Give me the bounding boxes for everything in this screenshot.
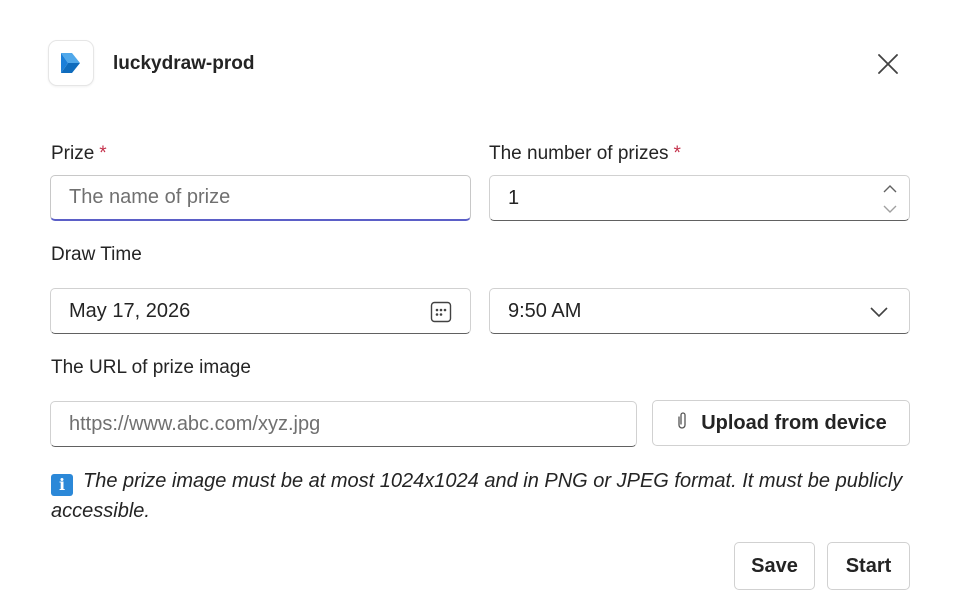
count-stepper[interactable] [879, 180, 901, 218]
calendar-icon[interactable] [430, 301, 452, 323]
count-label: The number of prizes * [489, 142, 681, 166]
image-url-field[interactable] [50, 401, 637, 447]
paperclip-icon [675, 411, 689, 436]
upload-from-device-button[interactable]: Upload from device [652, 400, 910, 446]
date-value[interactable]: May 17, 2026 [51, 300, 470, 323]
prize-dialog: luckydraw-prod Prize* The number of priz… [0, 0, 960, 616]
prize-input[interactable] [51, 186, 470, 209]
prize-label-text: Prize [51, 143, 95, 164]
date-picker[interactable]: May 17, 2026 [50, 288, 471, 334]
image-url-label: The URL of prize image [51, 357, 251, 378]
count-value[interactable]: 1 [490, 187, 909, 210]
prize-field[interactable] [50, 175, 471, 221]
app-title: luckydraw-prod [113, 53, 255, 74]
count-label-text: The number of prizes [489, 143, 669, 164]
app-logo-icon [61, 53, 80, 73]
decrement-button[interactable] [879, 200, 901, 218]
info-icon: i [51, 474, 73, 496]
close-button[interactable] [872, 48, 904, 80]
increment-button[interactable] [879, 180, 901, 198]
prize-label: Prize * [51, 142, 107, 166]
chevron-up-icon [883, 185, 897, 193]
chevron-down-icon [870, 307, 888, 318]
count-field[interactable]: 1 [489, 175, 910, 221]
upload-button-label: Upload from device [701, 411, 887, 434]
save-button[interactable]: Save [734, 542, 815, 590]
image-requirements-note: i The prize image must be at most 1024x10… [51, 466, 913, 526]
image-url-input[interactable] [51, 412, 636, 436]
draw-time-label: Draw Time [51, 244, 142, 265]
time-value[interactable]: 9:50 AM [490, 300, 909, 323]
app-logo [48, 40, 94, 86]
required-mark: * [99, 143, 107, 164]
start-button[interactable]: Start [827, 542, 910, 590]
info-text: The prize image must be at most 1024x102… [51, 470, 903, 522]
required-mark: * [673, 143, 681, 164]
time-dropdown[interactable]: 9:50 AM [489, 288, 910, 334]
close-icon [878, 54, 898, 74]
chevron-down-icon [883, 205, 897, 213]
